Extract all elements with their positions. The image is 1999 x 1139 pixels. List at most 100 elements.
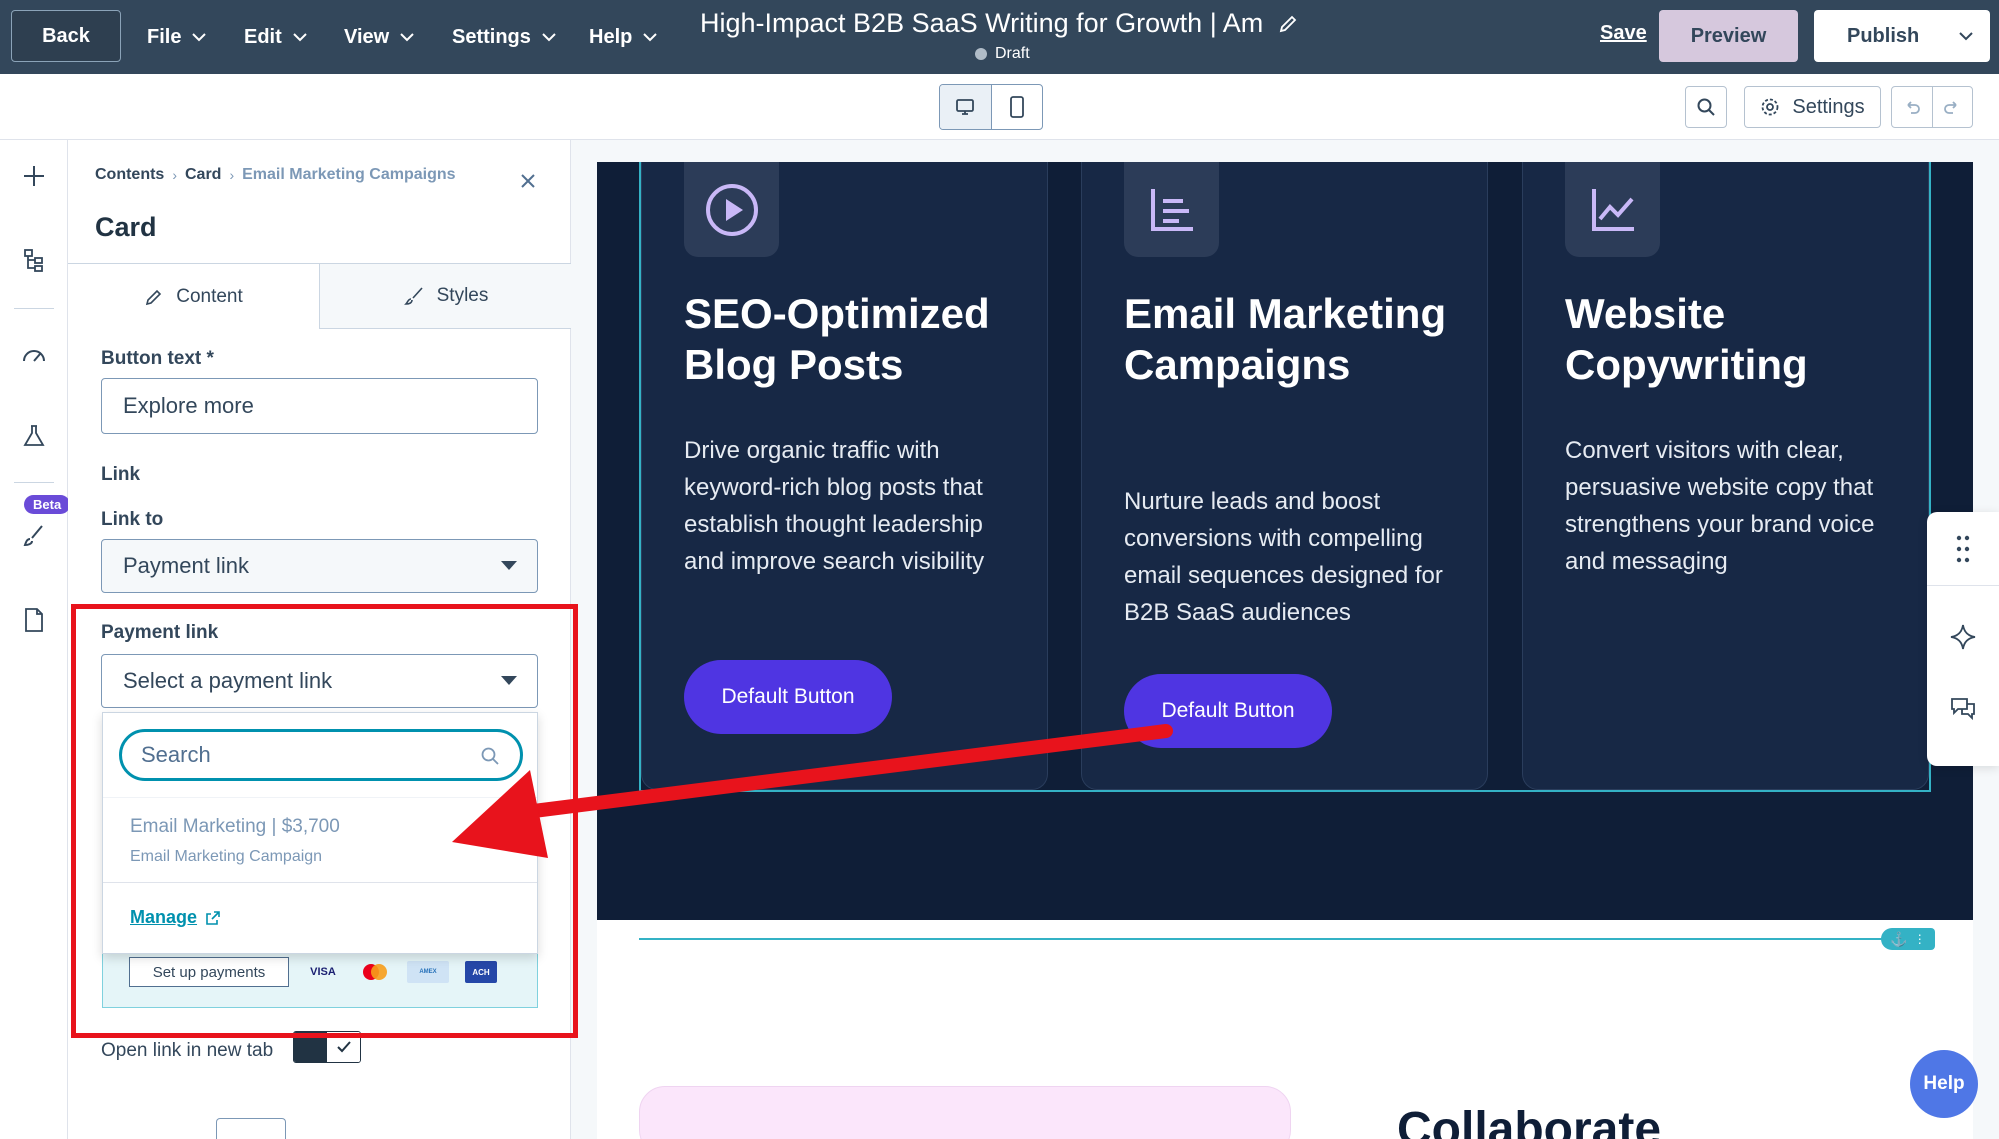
service-card[interactable]: Email Marketing Campaigns Nurture leads …: [1081, 162, 1488, 790]
comments-icon[interactable]: [1948, 694, 1978, 724]
toggle-track: [294, 1032, 327, 1062]
sparkle-icon[interactable]: [1948, 622, 1978, 652]
page-preview: SEO-Optimized Blog Posts Drive organic t…: [597, 162, 1973, 1139]
manage-label: Manage: [130, 907, 198, 927]
settings-button[interactable]: Settings: [1744, 86, 1881, 128]
layers-tree-icon[interactable]: [18, 244, 50, 276]
rail-divider: [14, 308, 54, 309]
document-title[interactable]: High-Impact B2B SaaS Writing for Growth …: [700, 8, 1299, 39]
line-chart-icon: [1565, 162, 1660, 257]
help-button[interactable]: Help: [1910, 1050, 1978, 1118]
external-link-icon: [206, 910, 220, 925]
payment-link-dropdown: Search Email Marketing | $3,700 Email Ma…: [102, 712, 538, 954]
payment-link-option[interactable]: Email Marketing | $3,700 Email Marketing…: [103, 797, 537, 883]
breadcrumb: Contents › Card › Email Marketing Campai…: [95, 166, 456, 184]
menu-settings-label: Settings: [452, 25, 531, 48]
tab-styles[interactable]: Styles: [320, 263, 571, 329]
brush-icon: [403, 287, 423, 305]
card-description: Drive organic traffic with keyword-rich …: [684, 437, 985, 575]
desktop-view-button[interactable]: [940, 85, 992, 129]
flask-icon[interactable]: [18, 420, 50, 452]
open-new-tab-toggle[interactable]: [293, 1031, 361, 1063]
tab-content[interactable]: Content: [68, 263, 320, 329]
card-description: Convert visitors with clear, persuasive …: [1565, 437, 1875, 575]
section-anchor-line: [639, 938, 1931, 940]
chevron-down-icon: [643, 33, 658, 42]
link-to-select[interactable]: Payment link: [101, 539, 538, 593]
drag-handle-icon[interactable]: [1948, 534, 1978, 564]
menu-view[interactable]: View: [344, 0, 415, 74]
tab-content-label: Content: [176, 285, 243, 307]
menu-edit[interactable]: Edit: [244, 0, 308, 74]
float-rail-divider: [1927, 585, 1999, 586]
link-heading: Link: [101, 464, 141, 485]
play-circle-icon: [684, 162, 779, 257]
back-button[interactable]: Back: [11, 10, 121, 62]
page-canvas: SEO-Optimized Blog Posts Drive organic t…: [571, 140, 1999, 1139]
list-lines-icon: [1124, 162, 1219, 257]
service-card[interactable]: SEO-Optimized Blog Posts Drive organic t…: [641, 162, 1048, 790]
add-icon[interactable]: [18, 160, 50, 192]
service-card[interactable]: Website Copywriting Convert visitors wit…: [1522, 162, 1929, 790]
chevron-down-icon[interactable]: [1958, 28, 1974, 44]
redo-button[interactable]: [1933, 87, 1973, 127]
lower-section-heading: Collaborate: [1397, 1103, 1662, 1139]
check-icon: [336, 1041, 351, 1053]
lower-section-card[interactable]: [639, 1086, 1291, 1139]
option-title: Email Marketing | $3,700: [130, 816, 340, 837]
chevron-down-icon: [400, 33, 414, 42]
manage-link[interactable]: Manage: [130, 907, 221, 928]
pencil-icon[interactable]: [1277, 13, 1299, 35]
card-button[interactable]: Default Button: [1124, 674, 1332, 748]
left-rail: Beta: [0, 140, 71, 1139]
card-title: Email Marketing Campaigns: [1124, 290, 1447, 388]
undo-button[interactable]: [1892, 87, 1933, 127]
menu-help-label: Help: [589, 25, 633, 48]
undo-icon: [1907, 101, 1920, 114]
card-title: SEO-Optimized Blog Posts: [684, 290, 990, 388]
link-to-label: Link to: [101, 509, 164, 530]
pencil-icon: [146, 289, 162, 305]
open-new-tab-label: Open link in new tab: [101, 1040, 274, 1061]
tab-styles-label: Styles: [436, 285, 489, 306]
preview-button[interactable]: Preview: [1659, 10, 1798, 62]
save-button[interactable]: Save: [1600, 22, 1647, 45]
publish-button[interactable]: Publish: [1814, 10, 1990, 62]
top-bar: Back File Edit View Settings Help High-I…: [0, 0, 1999, 74]
file-icon[interactable]: [18, 604, 50, 636]
button-text-input[interactable]: Explore more: [101, 378, 538, 434]
menu-edit-label: Edit: [244, 25, 282, 48]
anchor-icon[interactable]: ⚓ ⋮: [1881, 928, 1935, 950]
gauge-icon[interactable]: [18, 338, 50, 370]
desktop-icon: [956, 99, 975, 115]
breadcrumb-card[interactable]: Card: [185, 166, 221, 184]
menu-file[interactable]: File: [147, 0, 207, 74]
payment-link-select[interactable]: Select a payment link: [101, 654, 538, 708]
amex-logo: AMEX: [407, 961, 449, 983]
menu-file-label: File: [147, 25, 182, 48]
partial-control[interactable]: [216, 1118, 286, 1139]
breadcrumb-chevron-icon: ›: [229, 167, 235, 183]
search-button[interactable]: [1685, 86, 1727, 128]
editor-toolbar: Settings: [0, 74, 1999, 140]
payment-link-label: Payment link: [101, 622, 219, 643]
settings-label: Settings: [1792, 95, 1865, 118]
brush-icon[interactable]: [18, 520, 50, 552]
document-title-text: High-Impact B2B SaaS Writing for Growth …: [700, 8, 1264, 38]
breadcrumb-contents[interactable]: Contents: [95, 166, 164, 184]
mobile-view-button[interactable]: [992, 85, 1043, 129]
search-icon: [1697, 98, 1715, 116]
ach-logo: ACH: [465, 961, 497, 983]
mastercard-logo: [359, 961, 391, 983]
card-edit-panel: Contents › Card › Email Marketing Campai…: [68, 140, 571, 1139]
menu-help[interactable]: Help: [589, 0, 658, 74]
status-text: Draft: [995, 45, 1030, 62]
card-button[interactable]: Default Button: [684, 660, 892, 734]
setup-payments-button[interactable]: Set up payments: [129, 957, 289, 987]
menu-settings[interactable]: Settings: [452, 0, 557, 74]
close-icon[interactable]: [520, 173, 536, 189]
services-section: SEO-Optimized Blog Posts Drive organic t…: [597, 162, 1973, 920]
dropdown-search-placeholder: Search: [141, 742, 211, 767]
card-title: Website Copywriting: [1565, 290, 1808, 388]
dropdown-search-input[interactable]: Search: [119, 729, 523, 781]
